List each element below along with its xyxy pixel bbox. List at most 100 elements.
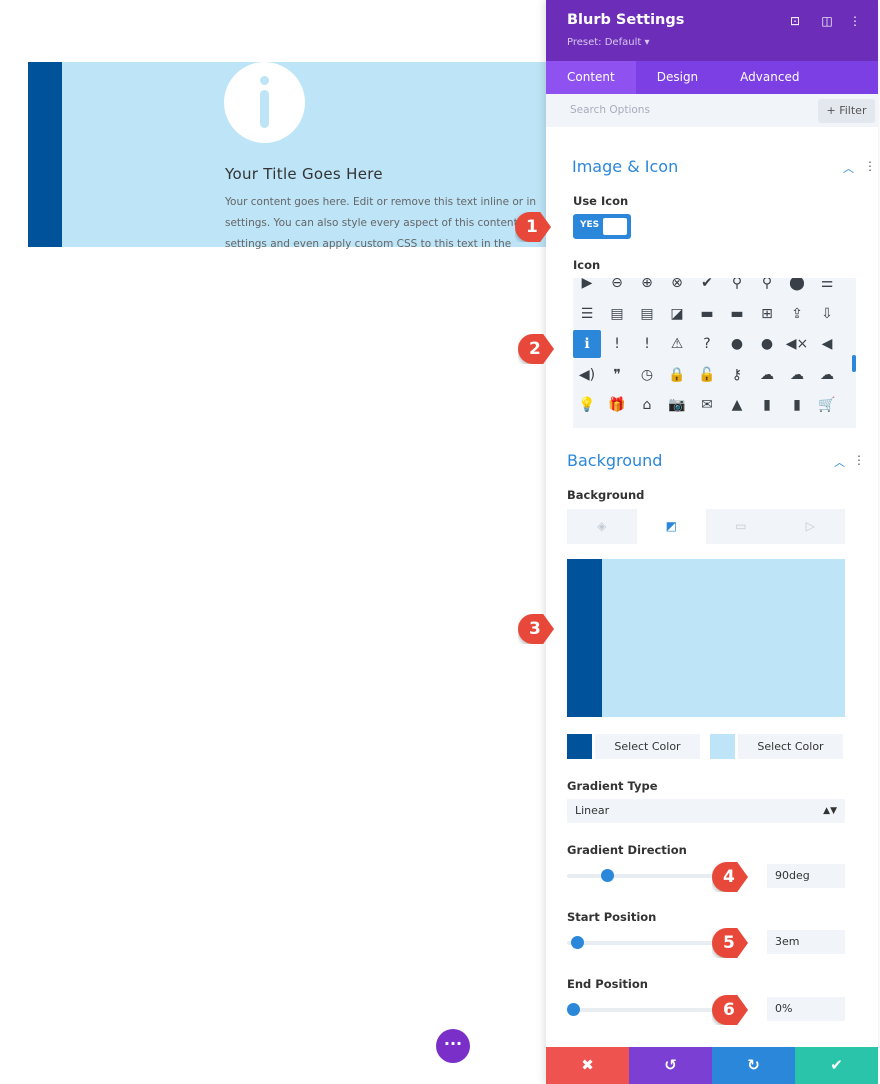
section-title-background[interactable]: Background bbox=[567, 451, 662, 470]
info-icon bbox=[224, 62, 305, 143]
filter-button[interactable]: + Filter bbox=[818, 99, 875, 123]
tab-advanced[interactable]: Advanced bbox=[719, 61, 820, 94]
image-icon[interactable]: ▭ bbox=[706, 509, 776, 544]
icon-option[interactable]: ⇩ bbox=[813, 300, 841, 328]
select-color-2-button[interactable]: Select Color bbox=[738, 734, 843, 759]
icon-option[interactable]: ☁ bbox=[753, 361, 781, 389]
chevron-up-icon[interactable]: ︿ bbox=[843, 160, 854, 176]
icon-option[interactable]: ⚲ bbox=[723, 278, 751, 297]
icon-option[interactable]: ▬ bbox=[693, 300, 721, 328]
content-line: settings. You can also style every aspec… bbox=[225, 217, 518, 229]
end-position-slider[interactable] bbox=[567, 1003, 717, 1016]
icon-option[interactable]: ☰ bbox=[813, 278, 841, 297]
icon-option[interactable]: ◷ bbox=[633, 361, 661, 389]
undo-button[interactable]: ↺ bbox=[629, 1047, 712, 1084]
icon-option[interactable]: ▮ bbox=[783, 391, 811, 419]
tab-design[interactable]: Design bbox=[636, 61, 719, 94]
icon-option[interactable]: ! bbox=[633, 330, 661, 358]
focus-icon[interactable]: ⊡ bbox=[787, 14, 803, 28]
video-icon[interactable]: ▷ bbox=[776, 509, 846, 544]
icon-option[interactable]: ◪ bbox=[663, 300, 691, 328]
icon-option[interactable]: 💡 bbox=[573, 391, 601, 419]
gradient-type-select[interactable]: Linear ▲▼ bbox=[567, 799, 845, 823]
cancel-button[interactable]: ✖ bbox=[546, 1047, 629, 1084]
icon-option[interactable]: ● bbox=[753, 330, 781, 358]
panel-footer: ✖ ↺ ↻ ✔ bbox=[546, 1047, 878, 1084]
page-options-button[interactable]: ··· bbox=[436, 1029, 470, 1063]
icon-option[interactable]: 🛒 bbox=[813, 391, 841, 419]
gradient-direction-label: Gradient Direction bbox=[567, 843, 687, 857]
icon-picker-scrollbar[interactable] bbox=[852, 355, 856, 372]
end-position-input[interactable]: 0% bbox=[767, 997, 845, 1021]
icon-option[interactable]: ● bbox=[723, 330, 751, 358]
icon-option[interactable]: ⊞ bbox=[753, 300, 781, 328]
icon-option[interactable]: ! bbox=[603, 330, 631, 358]
icon-option[interactable]: ⚲ bbox=[753, 278, 781, 297]
preset-dropdown[interactable]: Preset: Default ▾ bbox=[567, 37, 649, 48]
icon-option[interactable]: ❞ bbox=[603, 361, 631, 389]
icon-option[interactable]: ⊗ bbox=[663, 278, 691, 297]
icon-option[interactable]: ⚷ bbox=[723, 361, 751, 389]
search-placeholder: Search Options bbox=[570, 104, 650, 116]
redo-button[interactable]: ↻ bbox=[712, 1047, 795, 1084]
start-position-input[interactable]: 3em bbox=[767, 930, 845, 954]
gradient-direction-slider[interactable] bbox=[567, 869, 717, 882]
split-view-icon[interactable]: ◫ bbox=[819, 14, 835, 28]
icon-option[interactable]: ▲ bbox=[723, 391, 751, 419]
slider-thumb[interactable] bbox=[571, 936, 585, 949]
toggle-label: YES bbox=[580, 220, 600, 230]
gradient-color-2-swatch[interactable] bbox=[710, 734, 735, 759]
icon-option[interactable]: ▮ bbox=[753, 391, 781, 419]
icon-option[interactable]: ⚠ bbox=[663, 330, 691, 358]
icon-option[interactable]: ⌂ bbox=[633, 391, 661, 419]
icon-option[interactable]: ✉ bbox=[693, 391, 721, 419]
icon-option[interactable]: ✔ bbox=[693, 278, 721, 297]
blurb-content: Your content goes here. Edit or remove t… bbox=[225, 192, 545, 255]
icon-label: Icon bbox=[573, 258, 601, 272]
icon-option[interactable]: 🔓 bbox=[693, 361, 721, 389]
icon-option[interactable]: ◀ bbox=[813, 330, 841, 358]
icon-option[interactable]: ⊖ bbox=[603, 278, 631, 297]
icon-option[interactable]: ▤ bbox=[603, 300, 631, 328]
use-icon-label: Use Icon bbox=[573, 194, 629, 208]
icon-option[interactable]: 📷 bbox=[663, 391, 691, 419]
tab-content[interactable]: Content bbox=[546, 61, 636, 94]
icon-option[interactable]: 🎁 bbox=[603, 391, 631, 419]
gradient-type-label: Gradient Type bbox=[567, 779, 658, 793]
gradient-icon[interactable]: ◩ bbox=[636, 509, 706, 544]
icon-option[interactable]: ⊕ bbox=[633, 278, 661, 297]
more-icon[interactable]: ⋮ bbox=[864, 159, 876, 173]
icon-option[interactable]: ℹ bbox=[573, 330, 601, 358]
end-position-label: End Position bbox=[567, 977, 648, 991]
save-button[interactable]: ✔ bbox=[795, 1047, 878, 1084]
start-position-slider[interactable] bbox=[567, 936, 717, 949]
icon-option[interactable]: 🔒 bbox=[663, 361, 691, 389]
content-line: Your content goes here. Edit or remove t… bbox=[225, 196, 537, 208]
icon-option[interactable]: ⬤ bbox=[783, 278, 811, 297]
icon-option[interactable]: ▬ bbox=[723, 300, 751, 328]
slider-thumb[interactable] bbox=[567, 1003, 580, 1016]
more-icon[interactable]: ⋮ bbox=[853, 453, 865, 467]
gradient-direction-input[interactable]: 90deg bbox=[767, 864, 845, 888]
gradient-preview bbox=[567, 559, 845, 717]
gradient-color-1-swatch[interactable] bbox=[567, 734, 592, 759]
icon-option[interactable]: ☁ bbox=[783, 361, 811, 389]
color-icon[interactable]: ◈ bbox=[567, 509, 637, 544]
panel-tabs: Content Design Advanced bbox=[546, 61, 878, 94]
section-title-image-icon[interactable]: Image & Icon bbox=[572, 157, 678, 176]
chevron-up-icon[interactable]: ︿ bbox=[834, 454, 845, 470]
icon-option[interactable]: ? bbox=[693, 330, 721, 358]
icon-option[interactable]: ⇪ bbox=[783, 300, 811, 328]
icon-option[interactable]: ▶ bbox=[573, 278, 601, 297]
icon-picker: ▶ ⊖ ⊕ ⊗ ✔ ⚲ ⚲ ⬤ ☰ ☰ ▤ ▤ ◪ ▬ ▬ ⊞ ⇪ ⇩ ℹ!! ⚠? ● ● ◀× ◀ ◀) ❞ ◷ 🔒 🔓 ⚷ ☁ ☁ ☁ 💡 🎁… bbox=[573, 278, 856, 428]
icon-option[interactable]: ☰ bbox=[573, 300, 601, 328]
use-icon-toggle[interactable]: YES bbox=[573, 214, 631, 239]
slider-thumb[interactable] bbox=[601, 869, 615, 882]
icon-option[interactable]: ▤ bbox=[633, 300, 661, 328]
select-color-1-button[interactable]: Select Color bbox=[595, 734, 700, 759]
icon-option[interactable]: ◀) bbox=[573, 361, 601, 389]
more-icon[interactable]: ⋮ bbox=[847, 14, 863, 28]
select-value: Linear bbox=[575, 804, 610, 817]
icon-option[interactable]: ◀× bbox=[783, 330, 811, 358]
icon-option[interactable]: ☁ bbox=[813, 361, 841, 389]
